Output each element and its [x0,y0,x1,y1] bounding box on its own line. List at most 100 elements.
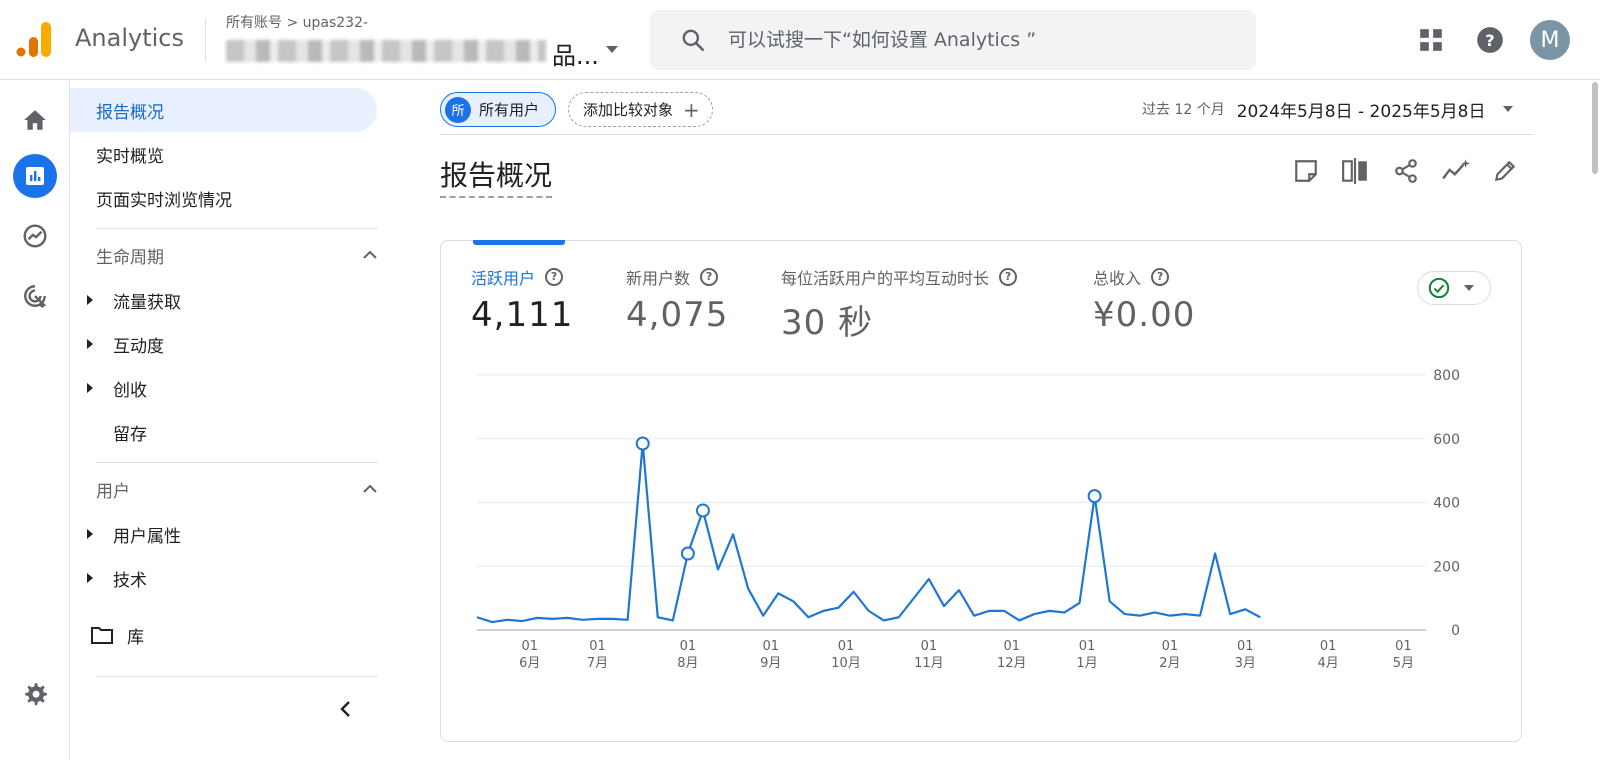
data-point-marker [695,503,710,518]
y-tick-label: 200 [1433,559,1460,575]
users-header[interactable]: 用户 [96,469,378,509]
x-tick-month: 4月 [1317,656,1338,671]
compare-icon[interactable] [1337,153,1373,189]
account-selector[interactable]: 品... [226,36,618,70]
divider [96,462,378,463]
add-comparison-button[interactable]: 添加比较对象 + [568,92,713,127]
date-range-value: 2024年5月8日 - 2025年5月8日 [1236,101,1486,122]
data-point-marker [1087,489,1102,504]
x-tick-day: 01 [589,639,606,654]
nav-item-label: 库 [127,627,144,648]
x-tick-month: 11月 [914,656,944,671]
nav-item-retention[interactable]: 留存 [70,412,377,452]
svg-text:?: ? [1485,31,1494,50]
home-icon[interactable] [13,98,57,142]
help-icon[interactable]: ? [1470,20,1510,60]
series-line [476,442,1261,624]
reports-icon[interactable] [13,154,57,198]
apps-grid-icon[interactable] [1411,20,1451,60]
search-box[interactable] [650,10,1256,70]
scrollbar-thumb[interactable] [1592,82,1598,174]
caret-right-icon [87,339,93,349]
nav-item-reports-snapshot[interactable]: 报告概况 [70,88,377,132]
x-tick-day: 01 [762,639,779,654]
left-rail [0,80,70,760]
app-title: Analytics [75,24,184,52]
advertising-icon[interactable] [13,274,57,318]
nav-item-label: 用户属性 [113,526,181,547]
data-point-marker [635,436,650,451]
caret-right-icon [87,295,93,305]
scrollbar[interactable] [1590,80,1600,760]
x-tick-day: 01 [1237,639,1254,654]
report-nav: 报告概况 实时概览 页面实时浏览情况 生命周期 流量获取 互动度 创收 留存 用… [70,80,390,760]
nav-item-library[interactable]: 库 [70,615,377,655]
users-label: 用户 [96,481,130,502]
x-tick-day: 01 [1162,639,1179,654]
breadcrumb[interactable]: 所有账号 > upas232- [226,12,368,32]
date-range-picker[interactable]: 过去 12 个月 2024年5月8日 - 2025年5月8日 [1142,96,1514,122]
top-bar: Analytics 所有账号 > upas232- 品... ? M [0,0,1600,80]
y-tick-label: 0 [1451,623,1460,639]
insights-icon[interactable] [1438,153,1474,189]
account-name-suffix: 品... [552,42,599,70]
x-tick-month: 3月 [1235,656,1256,671]
y-tick-label: 800 [1433,368,1460,384]
edit-icon[interactable] [1487,153,1523,189]
x-tick-month: 10月 [831,656,861,671]
x-tick-month: 8月 [677,656,698,671]
y-tick-label: 600 [1433,432,1460,448]
active-users-line-chart[interactable]: 0 200 400 600 800 01 6月 01 7月 01 8月 01 9月 01 10月 01 11月 0… [441,241,1523,741]
page-title[interactable]: 报告概况 [440,154,553,198]
nav-item-user-attributes[interactable]: 用户属性 [70,514,377,554]
x-tick-day: 01 [521,639,538,654]
folder-icon [91,627,113,644]
nav-item-acquisition[interactable]: 流量获取 [70,280,377,320]
x-tick-month: 7月 [587,656,608,671]
nav-item-label: 技术 [113,570,147,591]
analytics-logo[interactable] [16,20,52,58]
date-range-preset: 过去 12 个月 [1142,102,1225,118]
lifecycle-label: 生命周期 [96,247,164,268]
nav-item-label: 互动度 [113,336,164,357]
settings-icon[interactable] [13,672,57,716]
x-tick-day: 01 [1003,639,1020,654]
x-tick-day: 01 [1320,639,1337,654]
x-tick-month: 5月 [1393,656,1414,671]
divider [96,228,378,229]
caret-right-icon [87,383,93,393]
x-tick-day: 01 [838,639,855,654]
y-tick-label: 400 [1433,496,1460,512]
note-icon[interactable] [1288,153,1324,189]
segment-chip-label: 所有用户 [479,101,540,119]
chevron-down-icon [606,46,618,53]
explore-icon[interactable] [13,214,57,258]
nav-item-label: 流量获取 [113,292,181,313]
nav-item-engagement[interactable]: 互动度 [70,324,377,364]
chevron-down-icon [1503,106,1514,112]
nav-item-monetization[interactable]: 创收 [70,368,377,408]
x-tick-day: 01 [680,639,697,654]
caret-right-icon [87,529,93,539]
collapse-nav-icon[interactable] [332,696,358,722]
x-tick-day: 01 [921,639,938,654]
segment-chip-all-users[interactable]: 所 所有用户 [440,92,557,127]
share-icon[interactable] [1388,153,1424,189]
add-comparison-label: 添加比较对象 [583,101,674,119]
nav-item-realtime-overview[interactable]: 实时概览 [70,132,377,176]
divider [96,676,378,677]
search-icon [682,29,705,52]
divider [205,18,206,62]
chevron-up-icon [363,484,377,493]
nav-item-tech[interactable]: 技术 [70,558,377,598]
nav-item-realtime-pages[interactable]: 页面实时浏览情况 [70,176,377,220]
overview-card: 活跃用户? 4,111 新用户数? 4,075 每位活跃用户的平均互动时长? 3… [440,240,1522,742]
chevron-up-icon [363,250,377,259]
divider [440,134,1534,135]
avatar[interactable]: M [1530,20,1570,60]
x-tick-month: 2月 [1159,656,1180,671]
redacted-account-name [226,40,546,62]
lifecycle-header[interactable]: 生命周期 [96,235,378,275]
x-tick-day: 01 [1079,639,1096,654]
search-input[interactable] [728,24,1228,56]
